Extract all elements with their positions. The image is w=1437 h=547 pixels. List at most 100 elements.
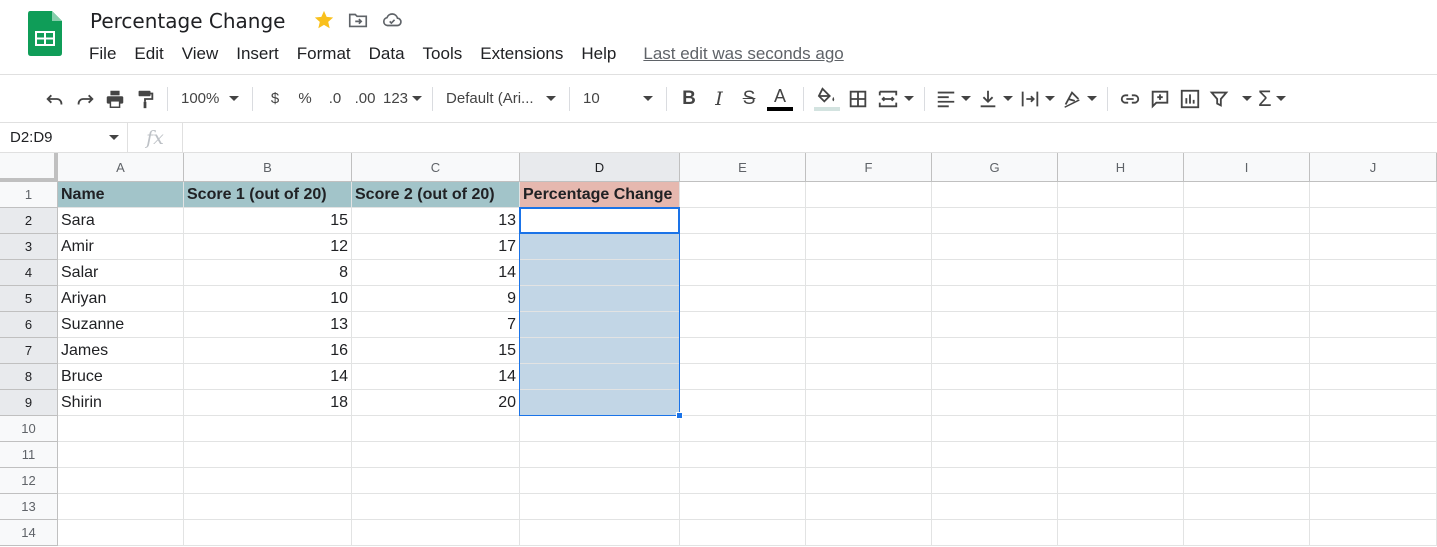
cell-f8[interactable] — [806, 364, 932, 390]
text-rotation-button[interactable] — [1058, 83, 1100, 115]
cell-j14[interactable] — [1310, 520, 1437, 546]
cell-i12[interactable] — [1184, 468, 1310, 494]
italic-button[interactable]: I — [704, 83, 734, 115]
merge-cells-button[interactable] — [873, 83, 917, 115]
cell-e11[interactable] — [680, 442, 806, 468]
star-icon[interactable] — [312, 8, 336, 32]
cell-b11[interactable] — [184, 442, 352, 468]
cell-i8[interactable] — [1184, 364, 1310, 390]
cell-d13[interactable] — [520, 494, 680, 520]
column-header-g[interactable]: G — [932, 153, 1058, 182]
cell-d10[interactable] — [520, 416, 680, 442]
cell-b5[interactable]: 10 — [184, 286, 352, 312]
borders-button[interactable] — [843, 83, 873, 115]
cell-h7[interactable] — [1058, 338, 1184, 364]
cell-g7[interactable] — [932, 338, 1058, 364]
cell-h9[interactable] — [1058, 390, 1184, 416]
name-box[interactable]: D2:D9 — [0, 122, 128, 153]
cell-b10[interactable] — [184, 416, 352, 442]
cell-e3[interactable] — [680, 234, 806, 260]
cell-g14[interactable] — [932, 520, 1058, 546]
column-header-f[interactable]: F — [806, 153, 932, 182]
cell-c3[interactable]: 17 — [352, 234, 520, 260]
document-title[interactable]: Percentage Change — [90, 7, 285, 35]
cell-g1[interactable] — [932, 182, 1058, 208]
cell-g10[interactable] — [932, 416, 1058, 442]
cell-d12[interactable] — [520, 468, 680, 494]
strikethrough-button[interactable]: S — [734, 83, 764, 115]
cell-a13[interactable] — [58, 494, 184, 520]
cell-f9[interactable] — [806, 390, 932, 416]
cell-b4[interactable]: 8 — [184, 260, 352, 286]
cell-g8[interactable] — [932, 364, 1058, 390]
functions-button[interactable]: Σ — [1255, 83, 1289, 115]
cell-c5[interactable]: 9 — [352, 286, 520, 312]
cell-e4[interactable] — [680, 260, 806, 286]
decrease-decimal-button[interactable]: .0 — [320, 83, 350, 115]
cell-b1[interactable]: Score 1 (out of 20) — [184, 182, 352, 208]
cell-i6[interactable] — [1184, 312, 1310, 338]
cell-i2[interactable] — [1184, 208, 1310, 234]
cell-a6[interactable]: Suzanne — [58, 312, 184, 338]
cell-d7[interactable] — [520, 338, 680, 364]
menu-help[interactable]: Help — [572, 41, 625, 67]
cell-f6[interactable] — [806, 312, 932, 338]
cell-a14[interactable] — [58, 520, 184, 546]
cell-e1[interactable] — [680, 182, 806, 208]
cell-e2[interactable] — [680, 208, 806, 234]
cell-g2[interactable] — [932, 208, 1058, 234]
cell-b3[interactable]: 12 — [184, 234, 352, 260]
number-format-select[interactable]: 123 — [380, 83, 425, 115]
cell-d9[interactable] — [520, 390, 680, 416]
cell-g9[interactable] — [932, 390, 1058, 416]
cell-f14[interactable] — [806, 520, 932, 546]
cell-a11[interactable] — [58, 442, 184, 468]
cell-i10[interactable] — [1184, 416, 1310, 442]
cell-i9[interactable] — [1184, 390, 1310, 416]
cell-a1[interactable]: Name — [58, 182, 184, 208]
cell-h11[interactable] — [1058, 442, 1184, 468]
filter-button[interactable] — [1205, 83, 1255, 115]
column-header-e[interactable]: E — [680, 153, 806, 182]
cell-a12[interactable] — [58, 468, 184, 494]
cell-f13[interactable] — [806, 494, 932, 520]
select-all-corner[interactable] — [0, 153, 58, 182]
row-header-2[interactable]: 2 — [0, 208, 58, 234]
cell-h4[interactable] — [1058, 260, 1184, 286]
cell-j7[interactable] — [1310, 338, 1437, 364]
cell-d11[interactable] — [520, 442, 680, 468]
cell-b14[interactable] — [184, 520, 352, 546]
cloud-status-icon[interactable] — [380, 8, 404, 32]
cell-d8[interactable] — [520, 364, 680, 390]
cell-g5[interactable] — [932, 286, 1058, 312]
cell-i1[interactable] — [1184, 182, 1310, 208]
cell-e5[interactable] — [680, 286, 806, 312]
cell-j13[interactable] — [1310, 494, 1437, 520]
cell-j2[interactable] — [1310, 208, 1437, 234]
cell-i5[interactable] — [1184, 286, 1310, 312]
cell-j9[interactable] — [1310, 390, 1437, 416]
cell-f3[interactable] — [806, 234, 932, 260]
cell-h1[interactable] — [1058, 182, 1184, 208]
column-header-j[interactable]: J — [1310, 153, 1437, 182]
cell-d4[interactable] — [520, 260, 680, 286]
cell-j1[interactable] — [1310, 182, 1437, 208]
cell-a2[interactable]: Sara — [58, 208, 184, 234]
cell-j5[interactable] — [1310, 286, 1437, 312]
cell-c2[interactable]: 13 — [352, 208, 520, 234]
cell-b7[interactable]: 16 — [184, 338, 352, 364]
menu-file[interactable]: File — [80, 41, 125, 67]
cell-h5[interactable] — [1058, 286, 1184, 312]
cell-g6[interactable] — [932, 312, 1058, 338]
cell-c8[interactable]: 14 — [352, 364, 520, 390]
cell-b12[interactable] — [184, 468, 352, 494]
cell-a9[interactable]: Shirin — [58, 390, 184, 416]
cell-j4[interactable] — [1310, 260, 1437, 286]
cell-h10[interactable] — [1058, 416, 1184, 442]
insert-link-button[interactable] — [1115, 83, 1145, 115]
cell-d5[interactable] — [520, 286, 680, 312]
row-header-1[interactable]: 1 — [0, 182, 58, 208]
cell-f11[interactable] — [806, 442, 932, 468]
cell-b8[interactable]: 14 — [184, 364, 352, 390]
row-header-12[interactable]: 12 — [0, 468, 58, 494]
